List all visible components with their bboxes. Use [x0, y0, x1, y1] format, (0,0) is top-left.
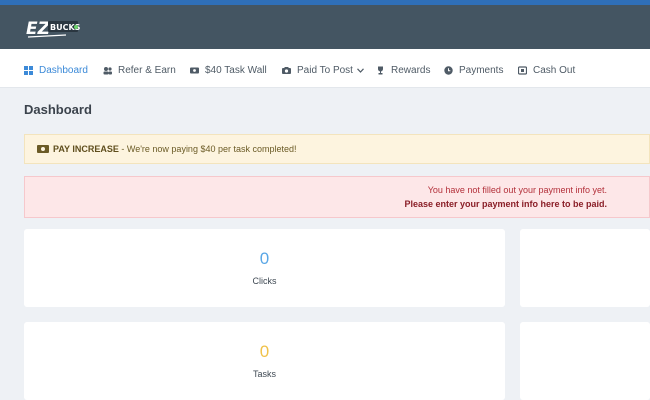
pay-increase-text: PAY INCREASE - We're now paying $40 per …: [53, 144, 297, 154]
page-title: Dashboard: [24, 102, 92, 117]
payment-info-alert: You have not filled out your payment inf…: [24, 176, 650, 218]
stat-card-tasks: 0 Tasks: [24, 322, 505, 400]
nav-task-wall[interactable]: $40 Task Wall: [190, 63, 267, 77]
stat-card-secondary: [520, 229, 650, 307]
main-nav: Dashboard Refer & Earn $40 Task Wall Pai…: [0, 49, 650, 88]
nav-paid-to-post[interactable]: Paid To Post: [282, 63, 364, 77]
nav-payments-label: Payments: [459, 64, 504, 76]
nav-cash-out[interactable]: Cash Out: [518, 63, 575, 77]
ezbucks-logo[interactable]: EZ BUCKS: [26, 16, 86, 40]
payment-info-warning: You have not filled out your payment inf…: [427, 185, 607, 195]
nav-task-wall-label: $40 Task Wall: [205, 64, 267, 76]
stat-value-clicks: 0: [259, 249, 270, 268]
nav-dashboard-label: Dashboard: [39, 64, 88, 76]
money-icon: [190, 67, 199, 73]
camera-icon: [282, 66, 291, 74]
trophy-icon: [378, 66, 383, 74]
users-icon: [103, 66, 112, 74]
stat-label-clicks: Clicks: [252, 276, 277, 286]
nav-cash-out-label: Cash Out: [533, 64, 576, 76]
nav-dashboard[interactable]: Dashboard: [24, 63, 88, 77]
app-header: EZ BUCKS: [0, 5, 650, 49]
nav-payments[interactable]: Payments: [444, 63, 503, 77]
pay-increase-alert: PAY INCREASE - We're now paying $40 per …: [24, 134, 650, 164]
pay-increase-message: - We're now paying $40 per task complete…: [118, 144, 297, 154]
nav-rewards-label: Rewards: [391, 64, 431, 76]
pay-increase-strong: PAY INCREASE: [53, 144, 119, 154]
chevron-down-icon: [357, 67, 364, 73]
nav-rewards[interactable]: Rewards: [376, 63, 430, 77]
nav-paid-to-post-label: Paid To Post: [297, 64, 353, 76]
stat-card-clicks: 0 Clicks: [24, 229, 505, 307]
stat-card-secondary: [520, 322, 650, 400]
wallet-icon: [518, 65, 527, 75]
money-icon: [37, 145, 49, 153]
stat-label-tasks: Tasks: [252, 369, 276, 379]
nav-refer-earn[interactable]: Refer & Earn: [103, 63, 176, 77]
nav-refer-earn-label: Refer & Earn: [118, 64, 176, 76]
grid-icon: [24, 65, 33, 75]
payment-info-link[interactable]: Please enter your payment info here to b…: [404, 199, 607, 209]
clock-icon: [444, 65, 453, 75]
stat-value-tasks: 0: [259, 342, 270, 361]
